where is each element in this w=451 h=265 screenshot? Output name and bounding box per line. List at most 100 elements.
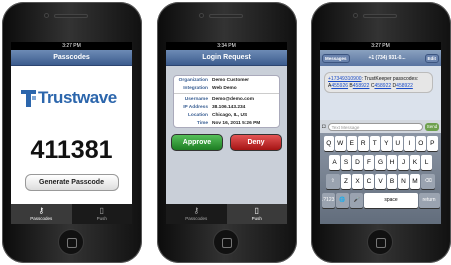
generate-passcode-button[interactable]: Generate Passcode bbox=[24, 174, 119, 191]
deny-button[interactable]: Deny bbox=[230, 134, 282, 151]
key[interactable]: Q bbox=[323, 136, 334, 151]
field-label: Location bbox=[188, 112, 208, 118]
key[interactable]: B bbox=[386, 174, 398, 189]
key[interactable]: I bbox=[404, 136, 415, 151]
key[interactable]: N bbox=[398, 174, 409, 189]
status-bar-time: 3:34 PM bbox=[166, 42, 287, 50]
key[interactable]: F bbox=[363, 155, 375, 170]
home-button[interactable] bbox=[367, 229, 393, 255]
key[interactable]: 🎤 bbox=[350, 193, 364, 208]
messages-back-button[interactable]: Messages bbox=[322, 53, 350, 63]
key[interactable]: H bbox=[386, 155, 398, 170]
tab-bar: ⚷ Passcodes ▯ Push bbox=[11, 204, 132, 224]
key[interactable]: ⌫ bbox=[421, 174, 436, 189]
login-details-card: Organization Demo Customer Integration Web… bbox=[173, 75, 280, 128]
approve-button[interactable]: Approve bbox=[171, 134, 223, 151]
key[interactable]: S bbox=[340, 155, 352, 170]
speaker bbox=[54, 14, 88, 18]
field-value: Chicago, IL, US bbox=[212, 112, 248, 118]
tab-label: Push bbox=[251, 216, 262, 221]
keyboard: QWERTYUIOP ASDFGHJKL ⇧ Z X C V B N M ⌫ .?123 🌐 🎤 sp… bbox=[320, 133, 441, 224]
speaker bbox=[363, 14, 397, 18]
field-value: Nov 16, 2011 5:26 PM bbox=[212, 120, 261, 126]
key[interactable]: .?123 bbox=[321, 193, 335, 208]
key[interactable]: C bbox=[363, 174, 375, 189]
key[interactable]: E bbox=[346, 136, 357, 151]
sms-bubble: +17349310900: TrustKeeper passcodes: A45… bbox=[324, 72, 433, 93]
field-label: Username bbox=[184, 96, 208, 102]
home-button[interactable] bbox=[58, 229, 84, 255]
key[interactable]: U bbox=[392, 136, 403, 151]
phone-sms: 3:27 PM Messages +1 (734) 931-0... Edit … bbox=[311, 2, 451, 263]
field-value: Web Demo bbox=[212, 85, 237, 91]
message-input-bar: ◘ Text Message Send bbox=[320, 120, 441, 133]
tab-label: Passcodes bbox=[185, 216, 208, 221]
key[interactable]: O bbox=[415, 136, 426, 151]
sms-nav-bar: Messages +1 (734) 931-0... Edit bbox=[320, 50, 441, 66]
sms-phone-link[interactable]: +17349310900 bbox=[328, 76, 362, 82]
screen: 3:27 PM Messages +1 (734) 931-0... Edit … bbox=[320, 42, 441, 224]
field-value: Demo Customer bbox=[212, 77, 250, 83]
status-bar-time: 3:27 PM bbox=[320, 42, 441, 50]
sms-sender: +1 (734) 931-0... bbox=[368, 55, 406, 61]
sms-code-b[interactable]: 458922 bbox=[353, 83, 370, 89]
key[interactable]: M bbox=[409, 174, 421, 189]
field-value: 38.106.143.234 bbox=[212, 104, 246, 110]
key[interactable]: K bbox=[409, 155, 421, 170]
status-bar-time: 3:27 PM bbox=[11, 42, 132, 50]
phone-passcodes: 3:27 PM Passcodes Trustwave 411381 Gener… bbox=[2, 2, 142, 263]
tab-push[interactable]: ▯ Push bbox=[226, 204, 287, 224]
key[interactable]: J bbox=[398, 155, 409, 170]
key[interactable]: T bbox=[369, 136, 380, 151]
field-value: Demo@demo.com bbox=[212, 96, 254, 102]
send-button[interactable]: Send bbox=[425, 122, 439, 131]
tab-passcodes[interactable]: ⚷ Passcodes bbox=[166, 204, 227, 224]
phone-icon: ▯ bbox=[254, 206, 259, 215]
camera bbox=[353, 13, 358, 18]
screen: 3:27 PM Passcodes Trustwave 411381 Gener… bbox=[11, 42, 132, 224]
screen: 3:34 PM Login Request Organization Demo C… bbox=[166, 42, 287, 224]
sms-code-a[interactable]: 455926 bbox=[331, 83, 348, 89]
nav-title: Login Request bbox=[166, 50, 287, 66]
nav-title: Passcodes bbox=[11, 50, 132, 66]
tab-label: Passcodes bbox=[30, 216, 53, 221]
field-label: Organization bbox=[178, 77, 208, 83]
sms-code-c[interactable]: 458922 bbox=[374, 83, 391, 89]
key[interactable]: X bbox=[352, 174, 363, 189]
key[interactable]: A bbox=[329, 155, 340, 170]
key[interactable]: V bbox=[375, 174, 386, 189]
key[interactable]: space bbox=[364, 193, 418, 208]
sms-code-d[interactable]: 458922 bbox=[396, 83, 413, 89]
tab-passcodes[interactable]: ⚷ Passcodes bbox=[11, 204, 72, 224]
text-message-input[interactable]: Text Message bbox=[327, 122, 423, 131]
camera bbox=[199, 13, 204, 18]
field-label: IP Address bbox=[183, 104, 208, 110]
phone-icon: ▯ bbox=[99, 206, 104, 215]
key[interactable]: return bbox=[418, 193, 440, 208]
field-label: Integration bbox=[183, 85, 208, 91]
key[interactable]: ⇧ bbox=[325, 174, 340, 189]
key[interactable]: L bbox=[421, 155, 432, 170]
key-icon: ⚷ bbox=[38, 206, 45, 215]
key[interactable]: P bbox=[427, 136, 438, 151]
trustwave-mark-icon bbox=[21, 89, 36, 107]
speaker bbox=[209, 14, 243, 18]
key[interactable]: Z bbox=[340, 174, 352, 189]
key[interactable]: G bbox=[375, 155, 386, 170]
camera bbox=[44, 13, 49, 18]
key[interactable]: Y bbox=[381, 136, 392, 151]
key[interactable]: W bbox=[335, 136, 346, 151]
key[interactable]: R bbox=[358, 136, 369, 151]
key[interactable]: D bbox=[352, 155, 363, 170]
field-label: Time bbox=[196, 120, 208, 126]
tab-push[interactable]: ▯ Push bbox=[72, 204, 133, 224]
key[interactable]: 🌐 bbox=[335, 193, 350, 208]
phone-login-request: 3:34 PM Login Request Organization Demo C… bbox=[157, 2, 297, 263]
tab-label: Push bbox=[96, 216, 107, 221]
key-icon: ⚷ bbox=[193, 206, 200, 215]
tab-bar: ⚷ Passcodes ▯ Push bbox=[166, 204, 287, 224]
camera-icon[interactable]: ◘ bbox=[322, 124, 326, 130]
edit-button[interactable]: Edit bbox=[424, 53, 439, 63]
trustwave-logo: Trustwave bbox=[21, 88, 132, 108]
home-button[interactable] bbox=[213, 229, 239, 255]
